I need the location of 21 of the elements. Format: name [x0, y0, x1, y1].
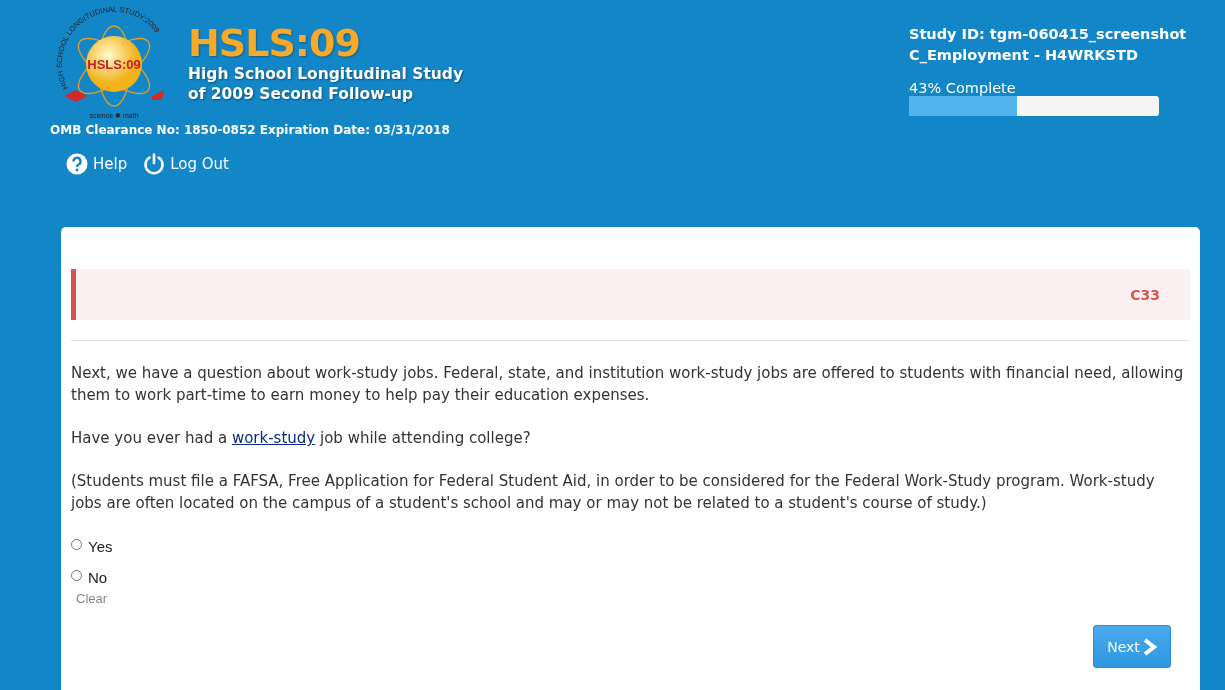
help-icon — [66, 153, 88, 175]
clear-link[interactable]: Clear — [76, 591, 108, 606]
help-link[interactable]: Help — [66, 153, 128, 175]
question-code: C33 — [1130, 286, 1160, 303]
question-text: Next, we have a question about work-study jobs. Federal, state, and institution work-study jobs are offered to students with financial need, allowing them to work part-time to earn money to help pay their education expenses. — [71, 363, 1185, 406]
logout-link[interactable]: Log Out — [143, 153, 229, 175]
clearance-text: OMB Clearance No: 1850-0852 Expiration Date: 03/31/2018 — [50, 123, 451, 137]
brand-title: HSLS:09 — [188, 22, 361, 64]
section-name: C_Employment - H4WRKSTD — [909, 46, 1139, 66]
next-button[interactable]: Next — [1093, 625, 1171, 668]
progress-label: 43% Complete — [909, 80, 1017, 96]
chevron-right-icon — [1142, 637, 1157, 656]
question-text: Have you ever had a work-study job while attending college? — [71, 428, 532, 449]
power-icon — [143, 153, 166, 175]
answer-option[interactable]: No — [71, 566, 1190, 589]
question-text: (Students must file a FAFSA, Free Application for Federal Student Aid, in order to be considered for the Federal Work-Study program. Work-study jobs are often located on the campus of a student's school and may or may not be related to a student's course of study.) — [71, 471, 1156, 514]
glossary-link[interactable]: work-study — [231, 429, 316, 447]
brand-subtitle: of 2009 Second Follow-up — [188, 84, 415, 104]
brand-subtitle: High School Longitudinal Study — [188, 64, 464, 84]
answer-option[interactable]: Yes — [71, 535, 1190, 558]
study-id: Study ID: tgm-060415_screenshot — [909, 25, 1188, 45]
